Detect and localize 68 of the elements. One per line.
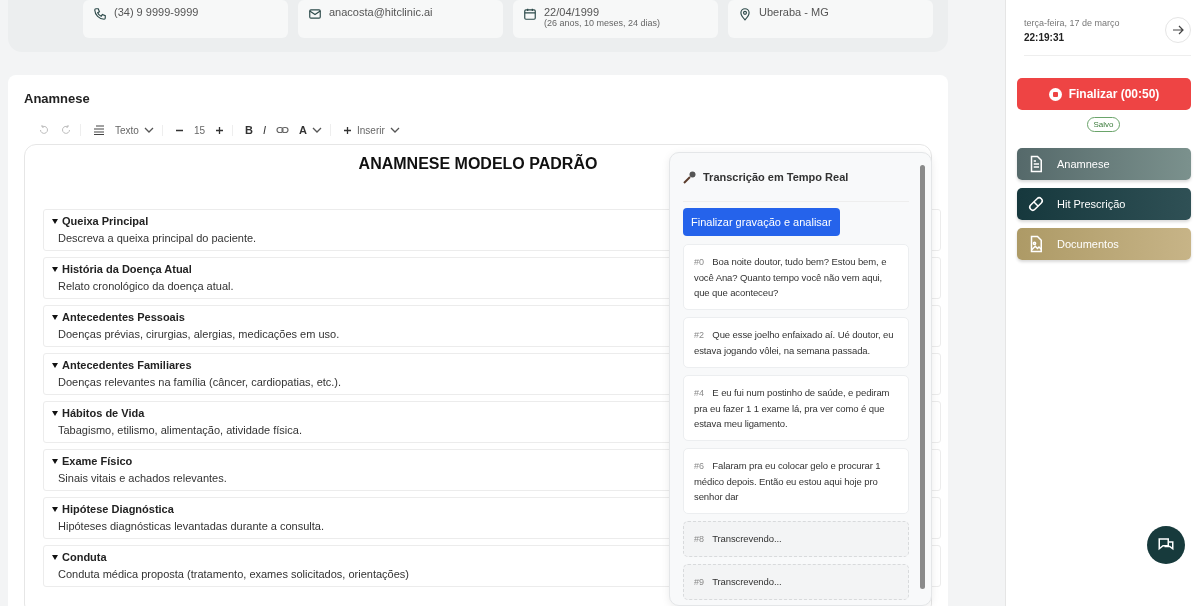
transcript-entry: #4 E eu fui num postinho de saúde, e pediram pra eu fazer 1 1 exame lá, pra ver como é que estava meu ligamento.: [683, 375, 909, 441]
transcript-entry: #9 Transcrevendo...: [683, 564, 909, 600]
date-text: terça-feira, 17 de março: [1024, 17, 1120, 28]
finish-recording-button[interactable]: Finalizar gravação e analisar: [683, 208, 840, 236]
italic-button[interactable]: I: [263, 124, 267, 136]
section-title: Antecedentes Familiares: [62, 359, 192, 371]
transcript-entry: #8 Transcrevendo...: [683, 521, 909, 557]
bold-button[interactable]: B: [245, 124, 253, 136]
section-text[interactable]: Conduta médica proposta (tratamento, exames solicitados, orientações): [58, 568, 409, 580]
collapse-triangle-icon[interactable]: [52, 554, 58, 560]
insert-dropdown[interactable]: Inserir: [343, 124, 400, 136]
stop-icon: [1048, 87, 1062, 101]
age-text: (26 anos, 10 meses, 24 dias): [544, 18, 661, 28]
section-text[interactable]: Hipóteses diagnósticas levantadas durante a consulta.: [58, 520, 324, 532]
section-title: Exame Físico: [62, 455, 133, 467]
collapse-triangle-icon[interactable]: [52, 314, 58, 320]
collapse-triangle-icon[interactable]: [52, 458, 58, 464]
section-title: Conduta: [62, 551, 107, 563]
panel-title: Transcrição em Tempo Real: [703, 171, 849, 183]
transcript-entry: #6 Falaram pra eu colocar gelo e procurar 1 médico depois. Então eu estou aqui hoje pro senhor dar: [683, 448, 909, 514]
section-text[interactable]: Sinais vitais e achados relevantes.: [58, 472, 227, 484]
font-size-value[interactable]: 15: [193, 124, 206, 136]
arrow-right-icon: [1172, 25, 1184, 35]
chevron-down-icon: [389, 127, 400, 133]
chevron-down-icon: [312, 127, 322, 133]
document-title: ANAMNESE MODELO PADRÃO: [357, 155, 599, 173]
transcript-entry: #2 Que esse joelho enfaixado aí. Ué doutor, eu estava jogando vôlei, na semana passada.: [683, 317, 909, 368]
section-title: Hipótese Diagnóstica: [62, 503, 174, 515]
collapse-triangle-icon[interactable]: [52, 506, 58, 512]
scrollbar[interactable]: [920, 165, 925, 589]
calendar-icon: [523, 7, 537, 21]
section-text[interactable]: Tabagismo, etilismo, alimentação, atividade física.: [58, 424, 302, 436]
finish-button[interactable]: Finalizar (00:50): [1017, 78, 1191, 110]
info-text: 22/04/1999: [544, 6, 601, 18]
time-text: 22:19:31: [1024, 31, 1066, 43]
panel-title: Anamnese: [24, 91, 91, 106]
section-text[interactable]: Doenças prévias, cirurgias, alergias, medicações em uso.: [58, 328, 340, 340]
plus-icon: [343, 125, 352, 135]
info-text: anacosta@hitclinic.ai: [329, 6, 433, 18]
section-text[interactable]: Descreva a queixa principal do paciente.: [58, 232, 257, 244]
collapse-triangle-icon[interactable]: [52, 218, 58, 224]
info-text: Uberaba - MG: [759, 6, 829, 18]
plus-icon[interactable]: [215, 125, 225, 135]
align-icon: [93, 125, 105, 135]
pill-icon: [1027, 195, 1045, 213]
transcript-entry: #0 Boa noite doutor, tudo bem? Estou bem, e você Ana? Quanto tempo você não vem aqui, que que aconteceu?: [683, 244, 909, 310]
section-title: História da Doença Atual: [62, 263, 192, 275]
location-pin-icon: [738, 7, 752, 21]
text-style-dropdown[interactable]: Texto: [115, 124, 154, 136]
section-text[interactable]: Doenças relevantes na família (câncer, cardiopatias, etc.).: [58, 376, 342, 388]
nav-button[interactable]: Anamnese: [1017, 148, 1191, 180]
collapse-triangle-icon[interactable]: [52, 266, 58, 272]
chat-button[interactable]: [1147, 526, 1185, 564]
text-color-dropdown[interactable]: A: [299, 124, 322, 136]
section-title: Hábitos de Vida: [62, 407, 145, 419]
section-text[interactable]: Relato cronológico da doença atual.: [58, 280, 234, 292]
link-icon[interactable]: [276, 126, 290, 134]
arrow-right-button[interactable]: [1165, 17, 1191, 43]
section-title: Queixa Principal: [62, 215, 149, 227]
section-title: Antecedentes Pessoais: [62, 311, 185, 323]
chevron-down-icon: [143, 127, 154, 133]
nav-button[interactable]: Hit Prescrição: [1017, 188, 1191, 220]
envelope-icon: [308, 7, 322, 21]
collapse-triangle-icon[interactable]: [52, 410, 58, 416]
phone-icon: [93, 7, 107, 21]
info-text: (34) 9 9999-9999: [114, 6, 199, 18]
microphone-icon: [683, 170, 697, 184]
collapse-triangle-icon[interactable]: [52, 362, 58, 368]
